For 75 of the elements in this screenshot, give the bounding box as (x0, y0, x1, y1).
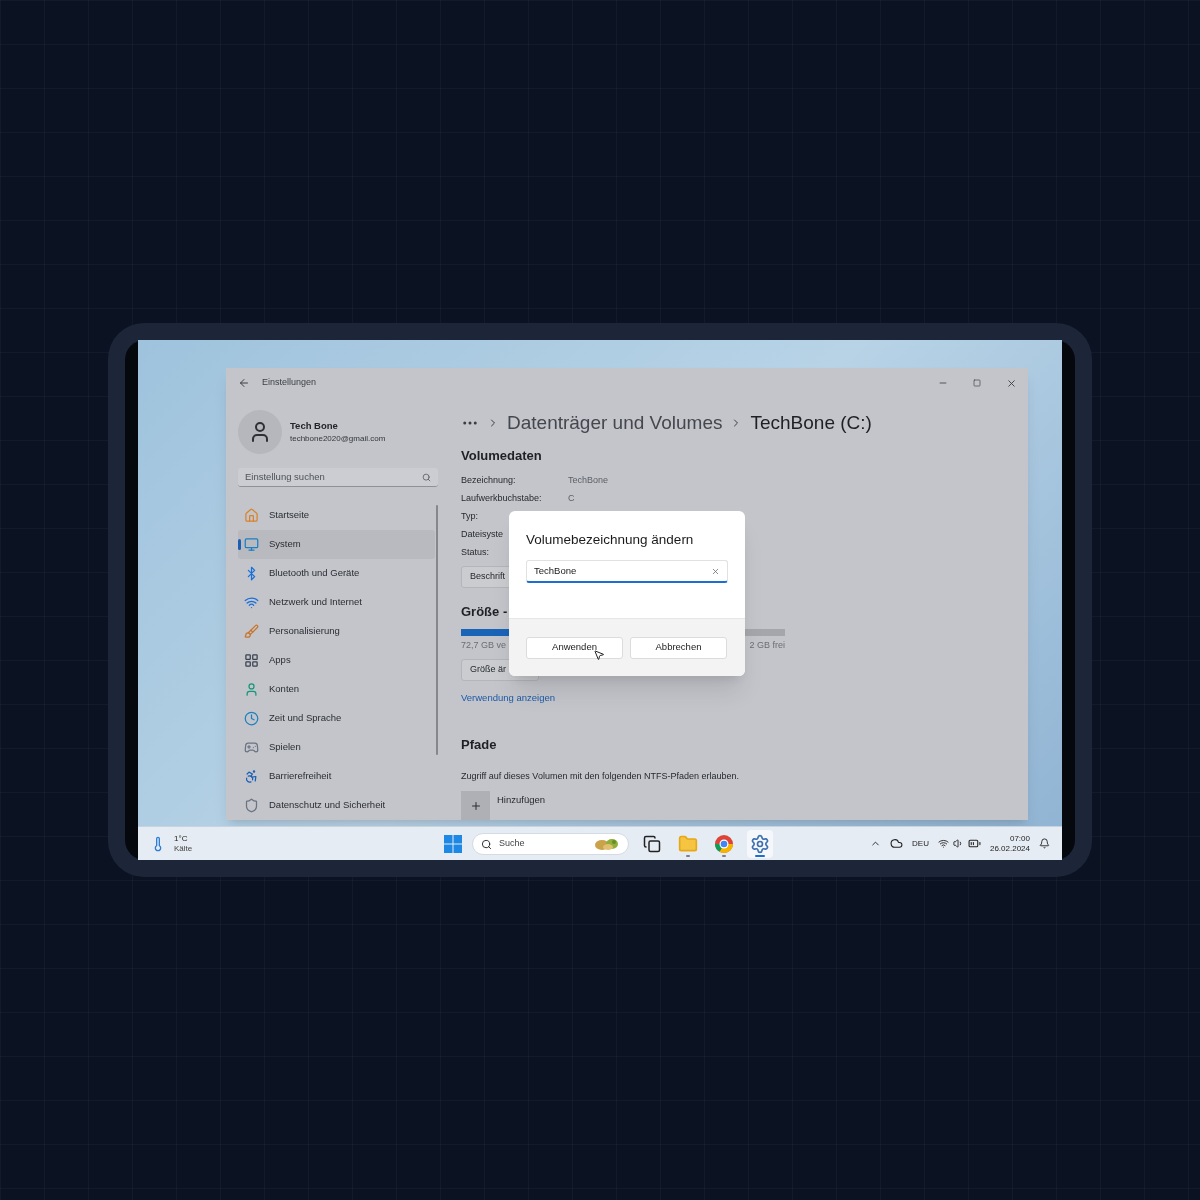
shield-icon (244, 798, 259, 813)
nav-item[interactable]: Bluetooth und Geräte (238, 559, 436, 588)
clear-icon[interactable] (711, 566, 720, 576)
close-icon (1005, 377, 1017, 389)
field-label: Status: (461, 545, 490, 559)
nav-item[interactable]: Apps (238, 646, 436, 675)
search-icon (481, 838, 492, 850)
nav-item[interactable]: Startseite (238, 501, 436, 530)
search-field[interactable]: Einstellung suchen (238, 468, 438, 487)
house-icon (244, 508, 259, 523)
field-label: Typ: (461, 509, 479, 523)
language-indicator[interactable]: DEU (912, 837, 929, 850)
running-indicator (755, 855, 765, 857)
quick-settings-button[interactable] (937, 837, 981, 850)
nav-item[interactable]: Zeit und Sprache (238, 704, 436, 733)
wifi-icon (244, 595, 259, 610)
paths-description: Zugriff auf dieses Volumen mit den folgenden NTFS-Pfaden erlauben. (461, 769, 740, 783)
clock-icon (244, 711, 259, 726)
apps-grid-icon (244, 653, 259, 668)
accessibility-icon (244, 769, 259, 784)
field-label: Bezeichnung: (461, 473, 517, 487)
mouse-pointer-icon (593, 649, 605, 661)
monitor-icon (244, 537, 259, 552)
nav-item[interactable]: Netzwerk und Internet (238, 588, 436, 617)
nav-item[interactable]: Datenschutz und Sicherheit (238, 791, 436, 820)
field-label: Laufwerkbuchstabe: (461, 491, 543, 505)
person-icon (244, 682, 259, 697)
browser-icon (714, 834, 734, 854)
used-space: 72,7 GB ve (461, 639, 507, 653)
gamepad-icon (244, 740, 259, 755)
page-title: TechBone (C:) (750, 410, 872, 435)
cloud-icon[interactable] (890, 837, 904, 850)
nav-item[interactable]: Konten (238, 675, 436, 704)
battery-icon (967, 837, 981, 850)
breadcrumb-link[interactable]: Datenträger und Volumes (507, 408, 723, 438)
window-title: Einstellungen (262, 376, 317, 390)
volume-icon (952, 838, 964, 849)
usage-link[interactable]: Verwendung anzeigen (461, 690, 1028, 705)
scrollbar[interactable] (436, 505, 438, 755)
nav-item[interactable]: Spielen (238, 733, 436, 762)
maximize-icon (973, 379, 981, 387)
field-value: TechBone (568, 473, 609, 487)
running-indicator (686, 855, 690, 857)
brush-icon (244, 624, 259, 639)
account-name: Tech Bone (290, 418, 339, 433)
dialog-button[interactable]: Abbrechen (630, 636, 727, 659)
field-value: C (568, 491, 575, 505)
add-label: Hinzufügen (497, 793, 546, 807)
taskbar-search[interactable]: Suche (472, 833, 629, 855)
nav-item[interactable]: System (238, 530, 436, 559)
free-space: 2 GB frei (749, 639, 785, 653)
label-input-field[interactable]: TechBone (526, 560, 728, 584)
temperature: 1°C (174, 833, 189, 844)
dialog-title: Volumebezeichnung ändern (526, 531, 695, 549)
back-icon[interactable] (238, 377, 250, 389)
add-button[interactable] (461, 791, 490, 820)
plus-icon (469, 799, 482, 812)
section-heading: Volumedaten (461, 447, 543, 465)
task-view-icon (643, 835, 661, 853)
settings-icon (750, 834, 770, 854)
start-icon[interactable] (444, 835, 462, 853)
weather-condition: Kälte (174, 843, 193, 854)
notification-icon[interactable] (1039, 838, 1050, 849)
nav-item[interactable]: Barrierefreiheit (238, 762, 436, 791)
search-icon (422, 472, 431, 482)
clock[interactable]: 07:00 26.02.2024 (989, 833, 1030, 854)
section-heading: Pfade (461, 736, 498, 754)
account-email: techbone2020@gmail.com (290, 433, 386, 446)
nav-item[interactable]: Personalisierung (238, 617, 436, 646)
running-indicator (722, 855, 726, 857)
dialog-button[interactable]: Anwenden (526, 636, 623, 659)
selection-indicator (238, 539, 241, 550)
wifi-icon (937, 838, 949, 849)
section-heading: Größe - (461, 602, 509, 621)
folder-icon (678, 834, 698, 854)
